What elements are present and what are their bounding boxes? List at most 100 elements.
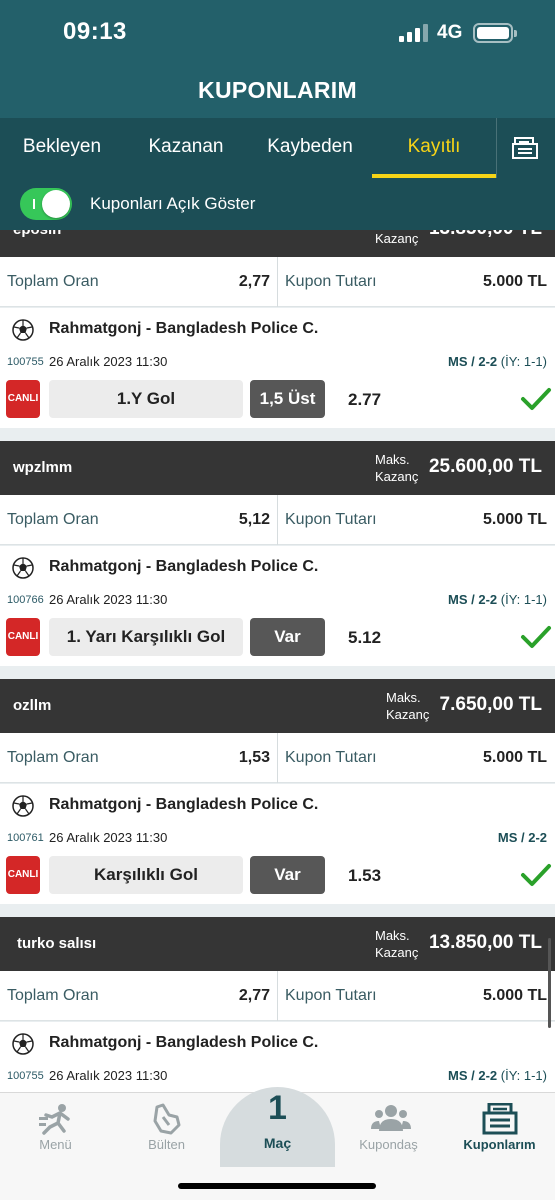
scrollbar[interactable]	[548, 938, 551, 1028]
win-check-icon	[521, 388, 551, 410]
people-icon	[371, 1105, 411, 1131]
tab-kaybeden[interactable]: Kaybeden	[248, 118, 372, 178]
coupon-summary: Toplam Oran 2,77 Kupon Tutarı 5.000 TL	[0, 257, 555, 307]
football-icon	[12, 795, 34, 817]
bet-odd: 5.12	[348, 628, 382, 647]
win-check-icon	[521, 626, 551, 648]
total-odds-label: Toplam Oran	[7, 273, 99, 290]
match-row[interactable]: Rahmatgonj - Bangladesh Police C. 100766…	[0, 546, 555, 666]
bet-pick: Var	[250, 856, 325, 894]
total-odds-value: 2,77	[238, 987, 270, 1004]
coupon-list[interactable]: eposın Maks.Kazanç 13.850,00 TL Toplam O…	[0, 230, 555, 1092]
coupon-summary: Toplam Oran 2,77 Kupon Tutarı 5.000 TL	[0, 971, 555, 1021]
match-date: 26 Aralık 2023 11:30	[49, 1068, 168, 1083]
toggle-row	[0, 178, 555, 230]
nav-menu[interactable]: Menü	[0, 1093, 111, 1159]
coupon-summary: Toplam Oran 1,53 Kupon Tutarı 5.000 TL	[0, 733, 555, 783]
match-row[interactable]: Rahmatgonj - Bangladesh Police C. 100755…	[0, 308, 555, 428]
max-win-label: Maks.Kazanç	[386, 690, 430, 722]
match-result: MS / 2-2 (İY: 1-1)	[448, 1068, 547, 1083]
status-time: 09:13	[63, 18, 127, 45]
match-date: 26 Aralık 2023 11:30	[49, 354, 168, 369]
total-odds-label: Toplam Oran	[7, 511, 99, 528]
match-date: 26 Aralık 2023 11:30	[49, 592, 168, 607]
max-win-label: Maks.Kazanç	[375, 452, 419, 484]
tab-divider	[496, 118, 497, 178]
coupon-header: wpzlmm Maks. Kazanç 25.600,00 TL	[0, 441, 555, 495]
match-id: 100766	[7, 594, 44, 606]
signal-icon	[399, 24, 429, 42]
coupon-header: turko salısı Maks. Kazanç 13.850,00 TL	[0, 917, 555, 971]
bet-odd: 1.53	[348, 866, 382, 885]
bet-odd: 2.77	[348, 390, 382, 409]
max-win-value: 13.850,00 TL	[429, 230, 542, 240]
football-icon	[12, 1033, 34, 1055]
bet-market: 1. Yarı Karşılıklı Gol	[49, 618, 243, 656]
win-check-icon	[521, 864, 551, 886]
match-id: 100755	[7, 1070, 44, 1082]
nav-kupondas[interactable]: Kupondaş	[333, 1093, 444, 1159]
coupon-summary: Toplam Oran 5,12 Kupon Tutarı 5.000 TL	[0, 495, 555, 545]
network-type: 4G	[437, 22, 463, 43]
stake-label: Kupon Tutarı	[285, 273, 377, 290]
stake-label: Kupon Tutarı	[285, 511, 377, 528]
stake-label: Kupon Tutarı	[285, 749, 377, 766]
match-count: 1	[268, 1089, 287, 1127]
bulletin-hand-icon	[153, 1103, 181, 1135]
total-odds-value: 1,53	[238, 749, 270, 766]
live-badge: CANLI	[6, 856, 40, 894]
max-win-label: Maks.Kazanç	[375, 928, 419, 960]
total-odds-value: 2,77	[238, 273, 270, 290]
match-title: Rahmatgonj - Bangladesh Police C.	[49, 1034, 319, 1051]
tab-bekleyen[interactable]: Bekleyen	[0, 118, 124, 178]
show-coupons-toggle[interactable]	[20, 188, 72, 220]
stake-label: Kupon Tutarı	[285, 987, 377, 1004]
max-win-label: Maks.Kazanç	[375, 231, 419, 246]
live-badge: CANLI	[6, 380, 40, 418]
page-title: KUPONLARIM	[198, 77, 357, 103]
live-badge: CANLI	[6, 618, 40, 656]
app-header: 09:13 4G KUPONLARIM	[0, 0, 555, 118]
match-result: MS / 2-2 (İY: 1-1)	[448, 354, 547, 369]
nav-bulletin-label: Bülten	[148, 1137, 185, 1152]
status-bar: 09:13 4G	[0, 0, 555, 62]
bet-market: Karşılıklı Gol	[49, 856, 243, 894]
tab-kayitli[interactable]: Kayıtlı	[372, 118, 496, 178]
tab-kazanan[interactable]: Kazanan	[124, 118, 248, 178]
stake-value: 5.000 TL	[482, 273, 547, 290]
match-result: MS / 2-2 (İY: 1-1)	[448, 592, 547, 607]
coupon-name: turko salısı	[17, 935, 97, 952]
tab-bar: Bekleyen Kazanan Kaybeden Kayıtlı	[0, 118, 555, 178]
bet-pick: 1,5 Üst	[250, 380, 325, 418]
max-win-value: 13.850,00 TL	[428, 932, 542, 953]
coupon-header: ozllm Maks. Kazanç 7.650,00 TL	[0, 679, 555, 733]
nav-match-button[interactable]: 1 Maç	[220, 1087, 335, 1167]
coupon-name: eposın	[13, 230, 61, 238]
max-win-value: 7.650,00 TL	[439, 694, 542, 715]
coupons-icon	[482, 1103, 518, 1135]
total-odds-label: Toplam Oran	[7, 987, 99, 1004]
match-row[interactable]: Rahmatgonj - Bangladesh Police C. 100755…	[0, 1022, 555, 1092]
match-row[interactable]: Rahmatgonj - Bangladesh Police C. 100761…	[0, 784, 555, 904]
bet-market: 1.Y Gol	[49, 380, 243, 418]
stake-value: 5.000 TL	[482, 987, 547, 1004]
nav-kuponlarim[interactable]: Kuponlarım	[444, 1093, 555, 1159]
coupon-header: eposın Maks.Kazanç 13.850,00 TL	[0, 230, 555, 257]
nav-bulletin[interactable]: Bülten	[111, 1093, 222, 1159]
nav-kupondas-label: Kupondaş	[359, 1137, 418, 1152]
home-indicator[interactable]	[178, 1183, 376, 1189]
total-odds-value: 5,12	[238, 511, 270, 528]
stake-value: 5.000 TL	[482, 749, 547, 766]
nav-menu-label: Menü	[39, 1137, 72, 1152]
match-title: Rahmatgonj - Bangladesh Police C.	[49, 796, 319, 813]
match-id: 100761	[7, 832, 44, 844]
match-date: 26 Aralık 2023 11:30	[49, 830, 168, 845]
coupon-name: ozllm	[13, 697, 52, 714]
toggle-label: Kuponları Açık Göster	[90, 194, 256, 213]
menu-runner-icon	[39, 1104, 70, 1135]
match-title: Rahmatgonj - Bangladesh Police C.	[49, 320, 319, 337]
battery-icon	[473, 23, 517, 43]
match-title: Rahmatgonj - Bangladesh Police C.	[49, 558, 319, 575]
nav-match-label: Maç	[263, 1135, 292, 1151]
receipt-icon[interactable]	[512, 136, 538, 160]
